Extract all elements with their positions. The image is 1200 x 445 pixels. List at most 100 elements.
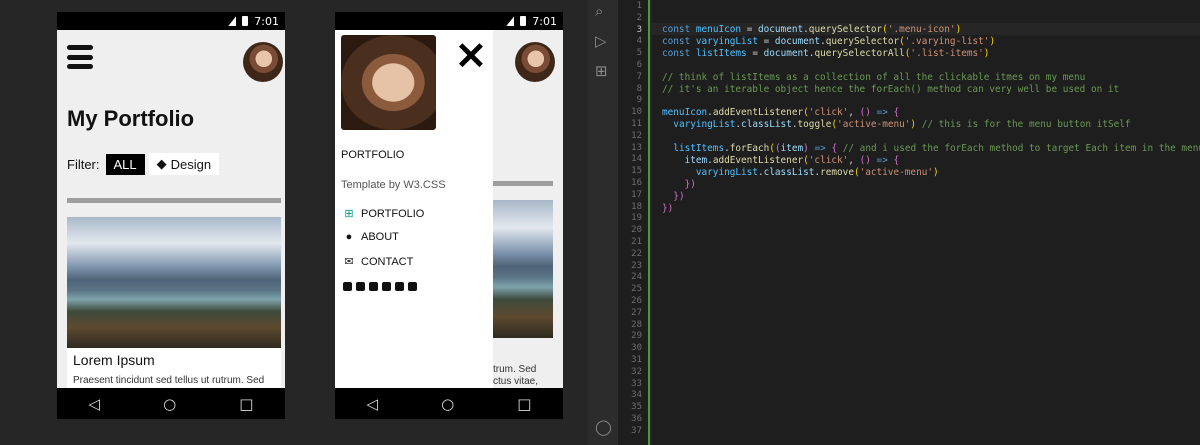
instagram-icon[interactable] [356,282,365,291]
line-number: 17 [631,189,642,200]
line-number: 10 [631,107,642,118]
line-number: 8 [636,83,642,94]
run-debug-icon[interactable]: ▷ [595,32,607,50]
recents-icon[interactable]: □ [517,395,531,413]
account-icon[interactable]: ◯ [595,418,612,436]
filter-all-button[interactable]: ALL [105,153,145,175]
code-line: }) [684,179,696,190]
profile-photo [341,35,436,130]
close-icon[interactable]: ✕ [455,38,487,76]
line-number: 15 [631,166,642,177]
grid-icon: ⊞ [344,208,354,220]
drawer-subtitle: Template by W3.CSS [341,179,446,191]
status-bar: 7:01 [335,12,563,30]
code-line: varyingList.classList.remove('active-men… [695,167,939,178]
card-title: Lorem Ipsum [73,352,155,368]
line-number: 26 [631,296,642,306]
facebook-icon[interactable] [343,282,352,291]
line-number: 12 [631,130,642,141]
diamond-icon: ◆ [156,156,167,171]
line-number: 25 [631,284,642,295]
page-title: My Portfolio [67,106,195,131]
extensions-icon[interactable]: ⊞ [595,62,608,80]
code-line: menuIcon.addEventListener('click', () =>… [662,107,900,118]
social-links [343,282,417,291]
line-number: 21 [631,237,642,247]
line-number: 22 [631,248,642,259]
line-number: 2 [636,12,642,23]
snapchat-icon[interactable] [369,282,378,291]
phone-menu-open: 7:01 trum. Sed ctus vitae, ✕ PORTFOLIO T… [335,12,563,419]
side-drawer: ✕ PORTFOLIO Template by W3.CSS ⊞ PORTFOL… [335,30,493,388]
divider [67,198,281,203]
menu-icon[interactable] [67,45,93,69]
linkedin-icon[interactable] [408,282,417,291]
line-number: 32 [631,366,642,377]
line-number: 33 [631,378,642,389]
nav-item-contact[interactable]: ✉ CONTACT [343,255,414,269]
line-number: 11 [631,119,642,129]
card-text: Praesent tincidunt sed tellus ut rutrum.… [73,375,265,386]
line-number: 37 [631,425,642,436]
signal-icon [506,16,515,26]
code-line: const listItems = document.querySelector… [662,48,990,59]
status-time: 7:01 [532,14,557,28]
pinterest-icon[interactable] [382,282,391,291]
line-number: 1 [636,1,642,11]
line-number: 5 [636,48,642,59]
home-icon[interactable]: ○ [163,395,176,413]
status-bar: 7:01 [57,12,285,30]
background-page: trum. Sed ctus vitae, [493,30,563,388]
code-line: listItems.forEach((item) => { // and i u… [673,143,1200,154]
card-text: trum. Sed [493,364,537,375]
portfolio-card[interactable]: Lorem Ipsum Praesent tincidunt sed tellu… [67,348,281,388]
code-line: // think of listItems as a collection of… [662,72,1086,83]
portfolio-screen: My Portfolio Filter: ALL ◆ Design Lorem … [57,30,285,388]
card-text: ctus vitae, [493,376,539,387]
nav-item-label: CONTACT [361,255,414,268]
code-line: item.addEventListener('click', () => { [684,155,900,166]
line-number: 3 [636,24,642,35]
code-editor[interactable]: const menuIcon = document.querySelector(… [652,0,1200,445]
filter-bar: Filter: ALL ◆ Design [67,153,220,175]
filter-design-button[interactable]: ◆ Design [148,153,220,175]
twitter-icon[interactable] [395,282,404,291]
landscape-photo[interactable] [67,217,281,348]
line-number: 31 [631,355,642,365]
back-icon[interactable]: ◁ [89,395,101,413]
line-number: 23 [631,260,642,271]
nav-item-label: ABOUT [361,231,399,243]
line-number: 14 [631,154,642,165]
home-icon[interactable]: ○ [441,395,454,413]
search-icon[interactable]: ⌕ [595,2,603,20]
status-time: 7:01 [254,14,279,28]
code-line: }) [662,203,674,214]
avatar [243,42,283,82]
line-number: 36 [631,414,642,424]
back-icon[interactable]: ◁ [367,395,379,413]
battery-icon [242,16,249,26]
envelope-icon: ✉ [344,256,354,268]
line-number: 29 [631,331,642,342]
line-number: 6 [636,60,642,70]
recents-icon[interactable]: □ [239,395,253,413]
drawer-heading: PORTFOLIO [341,149,405,161]
code-line: const menuIcon = document.querySelector(… [662,24,962,35]
divider [493,181,553,186]
landscape-photo [493,200,553,338]
filter-design-label: Design [170,156,212,172]
line-number: 30 [631,343,642,354]
line-number: 19 [631,213,642,224]
line-number: 7 [636,71,642,82]
nav-item-about[interactable]: ● ABOUT [343,231,399,243]
line-number: 16 [631,178,642,188]
phone-portfolio: 7:01 My Portfolio Filter: ALL ◆ Design L… [57,12,285,419]
avatar [515,42,555,82]
android-nav-bar: ◁ ○ □ [335,388,563,419]
code-line: const varyingList = document.querySelect… [662,36,996,47]
line-number-gutter: 1 2 3 4 5 6 7 8 9 10 11 12 13 14 15 16 17 18 19 20 21 22 23 24 2… [618,0,650,445]
line-number: 27 [631,307,642,318]
line-number: 20 [631,225,642,236]
line-number: 4 [636,36,642,47]
nav-item-portfolio[interactable]: ⊞ PORTFOLIO [343,207,424,221]
